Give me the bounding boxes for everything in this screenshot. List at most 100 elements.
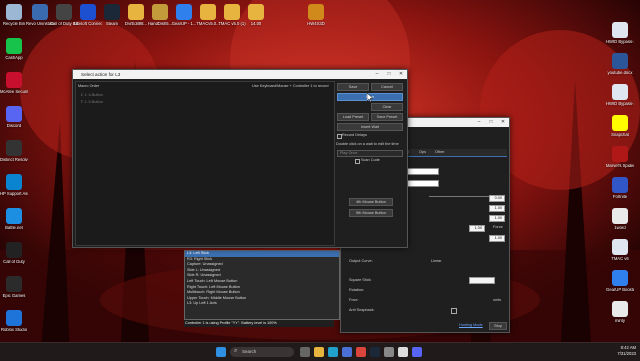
save-preset-button[interactable]: Save Preset xyxy=(371,113,403,121)
cashapp-icon xyxy=(6,38,22,54)
macro-titlebar: Select action for L3 – □ ✕ xyxy=(73,70,407,79)
minimize-icon[interactable]: – xyxy=(371,70,383,79)
docx-icon xyxy=(612,53,628,69)
value-field-2[interactable]: 1.00 xyxy=(489,205,505,212)
system-tray[interactable]: 8:42 AM 7/31/2023 xyxy=(617,345,636,357)
desktop-shortcut[interactable]: 1word xyxy=(606,208,634,231)
wait-hint: Double click on a wait to edit the time xyxy=(336,142,399,146)
desktop-shortcut[interactable]: TMAC v6 xyxy=(606,239,634,262)
value-field-4[interactable]: 1.00 xyxy=(469,225,485,232)
output-curve-value[interactable]: Linear xyxy=(431,259,442,263)
desktop-shortcut[interactable]: Battle.net xyxy=(0,208,28,231)
button-dropdown-list[interactable]: L3: Left Stick R3: Right Stick Capture: Un… xyxy=(184,250,340,320)
taskbar: ⌕ Search 8:42 AM 7/31/2023 xyxy=(0,342,640,361)
shortcut-label: HP Support Assistant xyxy=(0,192,28,196)
macro-entry[interactable]: ⇑ 1: 5-Button xyxy=(80,99,103,104)
square-stick-label: Square Stick: xyxy=(349,278,372,282)
desktop-shortcut[interactable]: CashApp xyxy=(0,38,28,61)
file-icon xyxy=(612,208,628,224)
status-text: Controller 1 is using Profile "YY". Batt… xyxy=(185,321,277,325)
mouse5-button[interactable]: 5th Mouse Button xyxy=(349,209,393,217)
rotation-label: Rotation: xyxy=(349,288,365,292)
minimize-icon[interactable]: – xyxy=(473,118,485,127)
revo-icon xyxy=(32,4,48,20)
clear-button[interactable]: Clear xyxy=(371,103,403,111)
desktop-shortcut[interactable]: McAfee Security Sc... xyxy=(0,72,28,95)
taskbar-search[interactable]: ⌕ Search xyxy=(230,347,294,357)
task-view-icon[interactable] xyxy=(300,347,310,357)
insert-wait-button[interactable]: Insert Wait xyxy=(337,123,403,131)
cod-bo3-icon xyxy=(56,4,72,20)
tab-ops[interactable]: Ops xyxy=(419,150,426,154)
desktop-shortcut[interactable]: youtube.docx xyxy=(606,53,634,76)
desktop-shortcut[interactable]: HWID Bypass-202... xyxy=(606,22,634,45)
discord-icon xyxy=(6,106,22,122)
stop-button-bottom[interactable]: Stop xyxy=(489,322,507,330)
macro-entry[interactable]: ⇓ 1: 4-Button xyxy=(80,92,103,97)
tab-other[interactable]: Other xyxy=(435,150,445,154)
shortcut-label: minty xyxy=(614,319,625,323)
desktop-shortcut[interactable]: minty xyxy=(606,301,634,324)
save-button[interactable]: Save xyxy=(337,83,369,91)
hw-icon xyxy=(308,4,324,20)
battlenet-icon xyxy=(6,208,22,224)
desktop-shortcut[interactable]: Distinct Resolve xyxy=(0,140,28,163)
desktop-shortcut[interactable]: Snapchat xyxy=(606,115,634,138)
maximize-icon[interactable]: □ xyxy=(485,118,497,127)
desktop-shortcut[interactable]: HP Support Assistant xyxy=(0,174,28,197)
desktop-shortcut[interactable]: HW4X3D xyxy=(302,4,330,27)
hwid-icon xyxy=(612,22,628,38)
recycle-bin-icon xyxy=(6,4,22,20)
chrome-icon[interactable] xyxy=(356,347,366,357)
play-mode-value: Play Once xyxy=(340,151,358,155)
shortcut-label: HWID Bypass-202... xyxy=(606,40,634,44)
desktop-shortcut[interactable]: Epic Games xyxy=(0,276,28,299)
file-explorer-icon[interactable] xyxy=(314,347,324,357)
value-field-1[interactable]: 0.00 xyxy=(489,195,505,202)
steam-taskbar-icon[interactable] xyxy=(370,347,380,357)
snapchat-icon xyxy=(612,115,628,131)
macro-entries: ⇓ 1: 4-Button ⇑ 1: 5-Button xyxy=(80,92,103,104)
scan-code-checkbox[interactable] xyxy=(355,159,360,164)
close-icon[interactable]: ✕ xyxy=(497,118,509,127)
shortcut-label: GearUP Booster xyxy=(606,288,634,292)
mouse4-button[interactable]: 4th Mouse Button xyxy=(349,198,393,206)
hunting-mode-link[interactable]: Hunting Mode xyxy=(459,323,483,327)
edge-icon[interactable] xyxy=(328,347,338,357)
desktop-shortcut[interactable]: Recycle Bin xyxy=(0,4,28,27)
cancel-button[interactable]: Cancel xyxy=(371,83,403,91)
folder-icon xyxy=(200,4,216,20)
shortcut-label: Distinct Resolve xyxy=(0,158,28,162)
desktop-shortcut[interactable]: Call of Duty xyxy=(0,242,28,265)
dropdown-option[interactable]: L3: Up Left 1 Axis xyxy=(185,301,339,307)
square-stick-field[interactable] xyxy=(469,277,495,284)
x-app-icon xyxy=(152,4,168,20)
tmac-taskbar-icon[interactable] xyxy=(398,347,408,357)
folder-icon xyxy=(248,4,264,20)
desktop-shortcut[interactable]: HWID Bypass-202... xyxy=(606,84,634,107)
windows-start-icon[interactable] xyxy=(216,347,226,357)
shortcut-label: Roblox Studio xyxy=(0,328,28,332)
value-field-5[interactable]: 1.00 xyxy=(489,235,505,242)
play-mode-dropdown[interactable]: Play Once xyxy=(337,150,403,157)
desktop-shortcut[interactable]: Fortnite xyxy=(606,177,634,200)
macro-list-panel[interactable]: Macro Order Use Keyboard/Mouse + Control… xyxy=(75,81,335,246)
shortcut-label: Fortnite xyxy=(612,195,628,199)
value-field-3[interactable]: 1.00 xyxy=(489,215,505,222)
load-preset-button[interactable]: Load Preset xyxy=(337,113,369,121)
desktop-shortcut[interactable]: Discord xyxy=(0,106,28,129)
discord-taskbar-icon[interactable] xyxy=(412,347,422,357)
desktop-shortcut[interactable]: 14.00 xyxy=(242,4,270,27)
close-icon[interactable]: ✕ xyxy=(395,70,407,79)
app-taskbar-icon[interactable] xyxy=(384,347,394,357)
maximize-icon[interactable]: □ xyxy=(383,70,395,79)
desktop-shortcut[interactable]: Marvel's Spider-M... xyxy=(606,146,634,169)
checkbox-anti-snapback[interactable] xyxy=(451,308,457,314)
shortcut-label: 1word xyxy=(614,226,626,230)
store-icon[interactable] xyxy=(342,347,352,357)
config-tab-strip: ...ped Ops Other xyxy=(397,149,507,157)
hp-icon xyxy=(6,174,22,190)
desktop-shortcut[interactable]: GearUP Booster xyxy=(606,270,634,293)
desktop-shortcut[interactable]: Roblox Studio xyxy=(0,310,28,333)
record-delays-label: Record Delays xyxy=(342,133,367,137)
